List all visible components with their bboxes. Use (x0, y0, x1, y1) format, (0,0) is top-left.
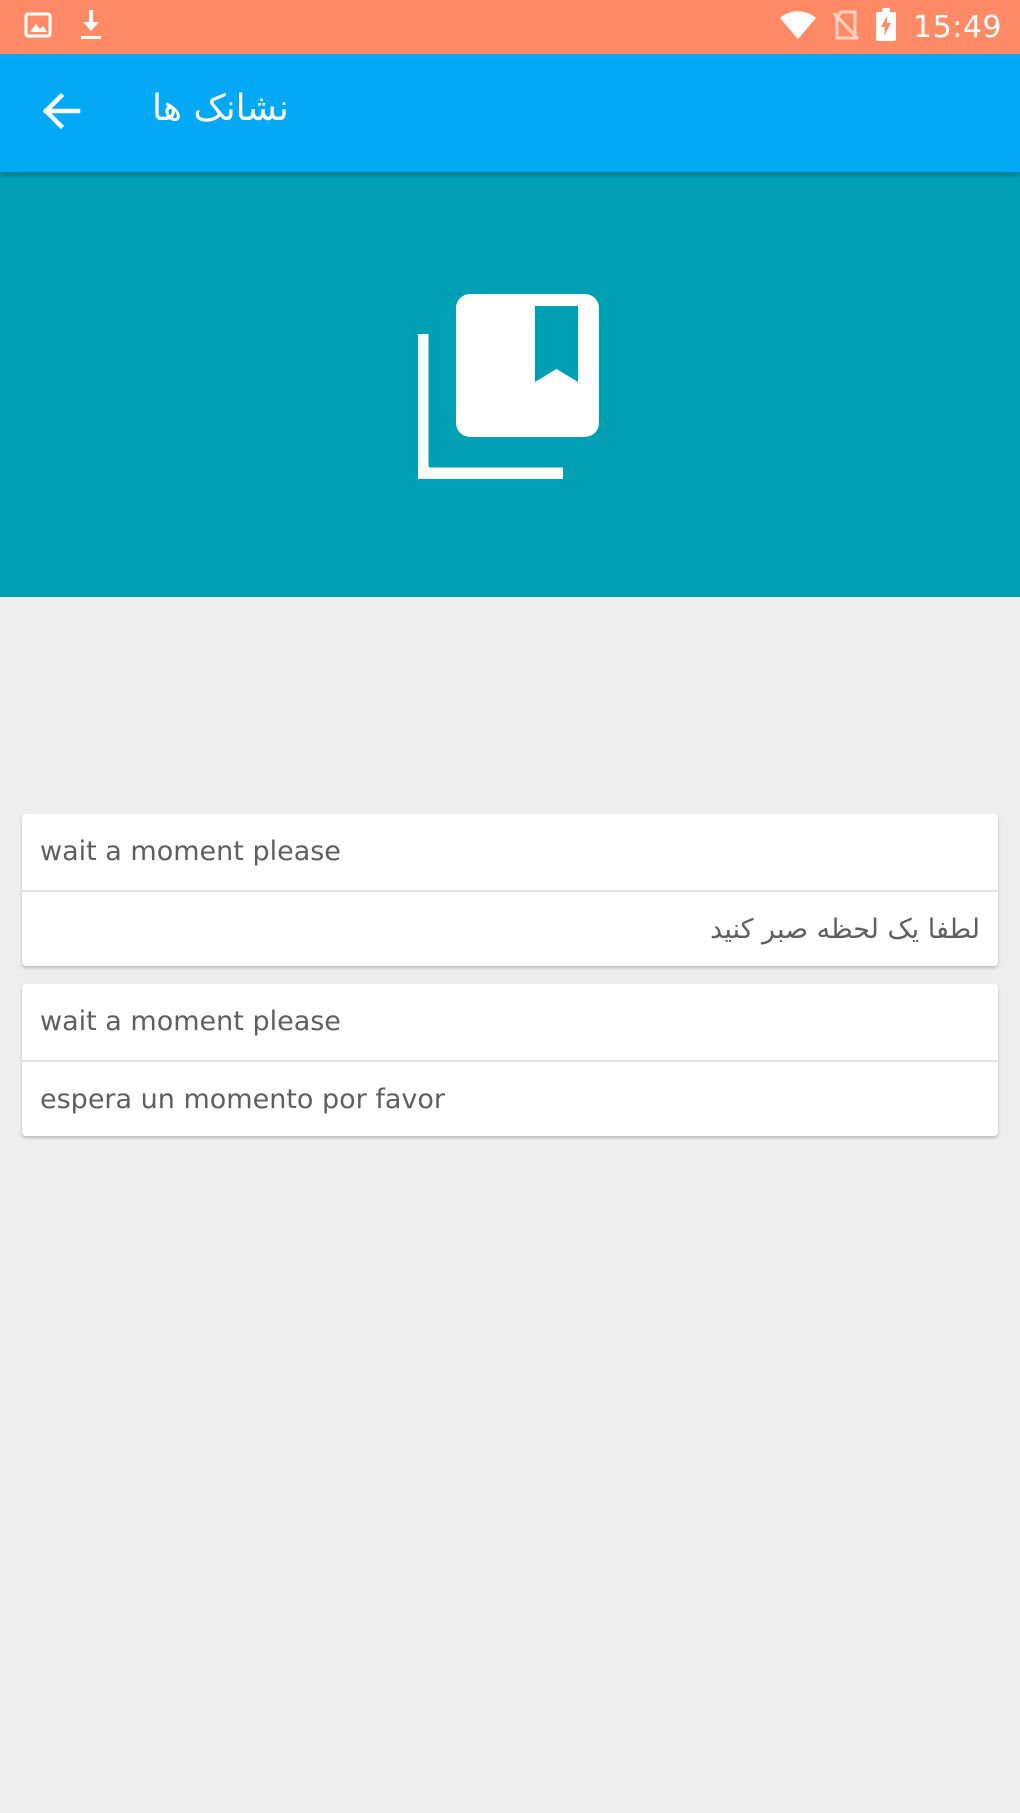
bookmark-translation-text: espera un momento por favor (22, 1060, 998, 1136)
bookmark-card[interactable]: wait a moment please espera un momento p… (22, 984, 998, 1136)
bookmark-card[interactable]: wait a moment please لطفا یک لحظه صبر کن… (22, 814, 998, 966)
page-title: نشانک ها (152, 88, 289, 129)
status-system-icons: 15:49 (779, 0, 1002, 54)
bookmark-source-text: wait a moment please (40, 836, 341, 867)
battery-charging-icon (875, 8, 897, 46)
no-sim-icon (832, 10, 860, 44)
wifi-icon (779, 10, 817, 44)
bookmarks-collection-icon (411, 294, 603, 485)
download-icon (78, 9, 104, 45)
status-bar: 15:49 (0, 0, 1020, 54)
bookmark-source-text: wait a moment please (40, 1006, 341, 1037)
image-icon (24, 12, 52, 42)
status-time: 15:49 (913, 9, 1002, 45)
back-button[interactable] (30, 81, 94, 145)
arrow-back-icon (42, 91, 82, 135)
bookmark-translation-text: لطفا یک لحظه صبر کنید (22, 890, 998, 966)
app-bar: نشانک ها (0, 54, 1020, 172)
status-notifications (24, 0, 104, 54)
header-banner (0, 172, 1020, 597)
